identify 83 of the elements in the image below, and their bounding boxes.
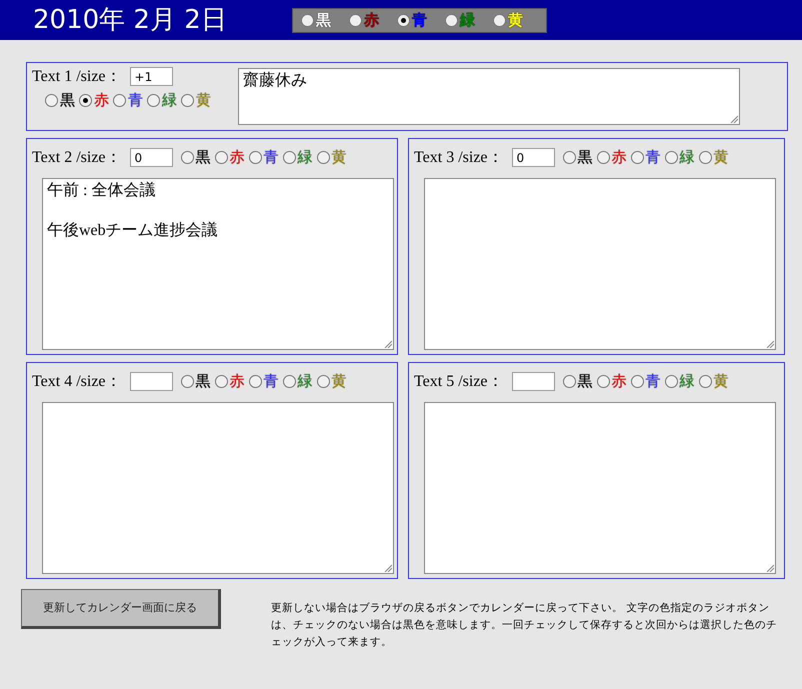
- radio-button[interactable]: [79, 94, 92, 107]
- radio-button[interactable]: [180, 151, 194, 164]
- resize-handle-icon[interactable]: [766, 564, 774, 572]
- radio-button[interactable]: [248, 151, 262, 164]
- size-field[interactable]: 0: [130, 148, 173, 167]
- color-label: 赤: [612, 374, 627, 389]
- color-label: 青: [128, 93, 143, 108]
- radio-button[interactable]: [596, 151, 610, 164]
- radio-button[interactable]: [562, 375, 576, 388]
- color-label: 赤: [612, 150, 627, 165]
- radio-button[interactable]: [349, 14, 362, 26]
- text-line: 午後webチーム進捗会議: [47, 221, 218, 241]
- text-area[interactable]: 齋藤休み: [238, 68, 740, 125]
- radio-button[interactable]: [181, 94, 194, 107]
- radio-button[interactable]: [397, 14, 410, 26]
- color-label: 黄: [714, 374, 729, 389]
- resize-handle-icon[interactable]: [730, 115, 738, 123]
- color-label: 緑: [460, 12, 475, 28]
- help-note: 更新しない場合はブラウザの戻るボタンでカレンダーに戻って下さい。 文字の色指定のラジオボタンは、チェックのない場合は黒色を意味します。一回チェックして保存すると次回からは選択した色のチェックが入って来ます。: [271, 601, 778, 650]
- size-field[interactable]: 0: [512, 148, 555, 167]
- radio-button[interactable]: [698, 151, 712, 164]
- size-field[interactable]: [130, 372, 173, 391]
- size-label: Text 1 /size：: [32, 68, 122, 84]
- color-label: 赤: [364, 12, 379, 28]
- resize-handle-icon[interactable]: [384, 564, 392, 572]
- radio-button[interactable]: [445, 14, 458, 26]
- size-label: Text 3 /size：: [414, 150, 504, 166]
- resize-handle-icon[interactable]: [766, 340, 774, 348]
- date-title: 2010年 2月 2日: [33, 7, 228, 33]
- color-label: 黄: [196, 93, 211, 108]
- color-label: 青: [412, 12, 427, 28]
- color-label: 緑: [162, 93, 177, 108]
- color-label: 黒: [196, 374, 211, 389]
- color-label: 青: [264, 150, 279, 165]
- size-field[interactable]: [512, 372, 555, 391]
- radio-button[interactable]: [248, 375, 262, 388]
- radio-button[interactable]: [282, 151, 296, 164]
- size-label: Text 4 /size：: [32, 374, 122, 390]
- radio-button[interactable]: [562, 151, 576, 164]
- radio-button[interactable]: [630, 151, 644, 164]
- radio-button[interactable]: [664, 151, 678, 164]
- radio-button[interactable]: [45, 94, 58, 107]
- text-area[interactable]: 午前 : 全体会議 午後webチーム進捗会議: [42, 178, 394, 350]
- radio-button[interactable]: [282, 375, 296, 388]
- color-label: 黄: [332, 150, 347, 165]
- color-label: 赤: [94, 93, 109, 108]
- radio-button[interactable]: [316, 375, 330, 388]
- size-field[interactable]: +1: [130, 67, 173, 86]
- color-label: 黄: [332, 374, 347, 389]
- color-label: 黒: [60, 93, 75, 108]
- radio-button[interactable]: [316, 151, 330, 164]
- radio-button[interactable]: [180, 375, 194, 388]
- radio-button[interactable]: [698, 375, 712, 388]
- color-label: 緑: [298, 374, 313, 389]
- resize-handle-icon[interactable]: [384, 340, 392, 348]
- radio-button[interactable]: [664, 375, 678, 388]
- color-label: 青: [264, 374, 279, 389]
- radio-button[interactable]: [214, 375, 228, 388]
- update-button[interactable]: 更新してカレンダー画面に戻る: [21, 589, 221, 629]
- text-line: 午前 : 全体会議: [47, 181, 156, 201]
- radio-button[interactable]: [147, 94, 160, 107]
- color-label: 青: [646, 374, 661, 389]
- radio-button[interactable]: [113, 94, 126, 107]
- radio-button[interactable]: [214, 151, 228, 164]
- color-label: 黒: [578, 374, 593, 389]
- color-label: 黄: [714, 150, 729, 165]
- color-label: 赤: [230, 374, 245, 389]
- color-label: 赤: [230, 150, 245, 165]
- color-label: 青: [646, 150, 661, 165]
- radio-button[interactable]: [493, 14, 506, 26]
- radio-button[interactable]: [596, 375, 610, 388]
- size-label: Text 2 /size：: [32, 150, 122, 166]
- size-label: Text 5 /size：: [414, 374, 504, 390]
- color-label: 緑: [680, 374, 695, 389]
- radio-button[interactable]: [630, 375, 644, 388]
- color-label: 黄: [508, 12, 523, 28]
- color-label: 黒: [578, 150, 593, 165]
- color-label: 黒: [196, 150, 211, 165]
- text-line: 齋藤休み: [243, 71, 307, 91]
- color-label: 黒: [316, 12, 331, 28]
- radio-button[interactable]: [301, 14, 314, 26]
- color-label: 緑: [298, 150, 313, 165]
- color-label: 緑: [680, 150, 695, 165]
